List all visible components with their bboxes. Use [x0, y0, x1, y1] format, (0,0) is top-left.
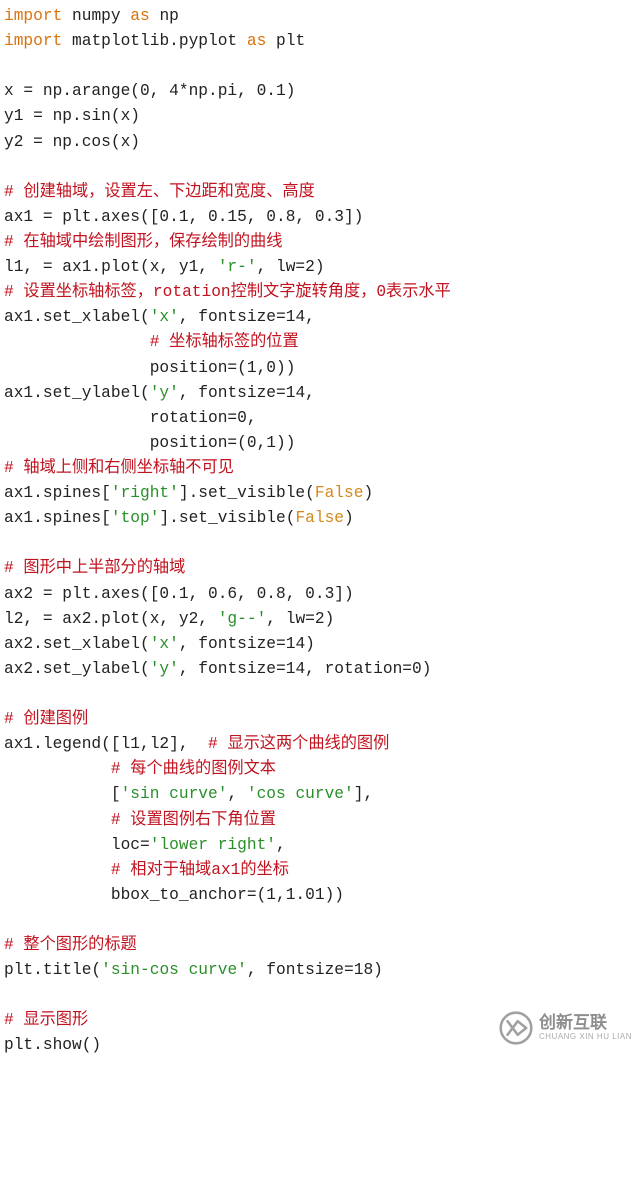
- code-text: ax1.set_ylabel(: [4, 384, 150, 402]
- code-text: , fontsize=14): [179, 635, 315, 653]
- code-text: ].set_visible(: [159, 509, 295, 527]
- string: 'sin curve': [121, 785, 228, 803]
- code-text: np: [150, 7, 179, 25]
- code-text: ): [363, 484, 373, 502]
- comment: # 显示图形: [4, 1011, 88, 1029]
- code-line: rotation=0,: [4, 409, 257, 427]
- code-text: l1, = ax1.plot(x, y1,: [4, 258, 218, 276]
- comment: # 在轴域中绘制图形，保存绘制的曲线: [4, 233, 282, 251]
- code-text: ax1.spines[: [4, 509, 111, 527]
- watermark-subtitle: CHUANG XIN HU LIAN: [539, 1033, 632, 1042]
- comment: # 相对于轴域ax1的坐标: [111, 861, 289, 879]
- code-block: import numpy as np import matplotlib.pyp…: [4, 4, 636, 1059]
- code-line: plt.show(): [4, 1036, 101, 1054]
- code-text: ax2.set_xlabel(: [4, 635, 150, 653]
- keyword-import: import: [4, 32, 62, 50]
- code-text: ax1.legend([l1,l2],: [4, 735, 208, 753]
- string: 'g--': [218, 610, 267, 628]
- code-text: ax1.set_xlabel(: [4, 308, 150, 326]
- indent: [4, 333, 150, 351]
- code-text: l2, = ax2.plot(x, y2,: [4, 610, 218, 628]
- code-line: x = np.arange(0, 4*np.pi, 0.1): [4, 82, 295, 100]
- string: 'y': [150, 660, 179, 678]
- code-text: ],: [354, 785, 373, 803]
- watermark: 创新互联 CHUANG XIN HU LIAN: [499, 1011, 632, 1045]
- keyword-as: as: [247, 32, 266, 50]
- code-text: , fontsize=18): [247, 961, 383, 979]
- string: 'lower right': [150, 836, 276, 854]
- code-text: , fontsize=14,: [179, 308, 315, 326]
- code-text: ,: [276, 836, 286, 854]
- indent: [4, 760, 111, 778]
- comment: # 设置坐标轴标签，rotation控制文字旋转角度，0表示水平: [4, 283, 451, 301]
- string: 'x': [150, 635, 179, 653]
- watermark-title: 创新互联: [539, 1014, 632, 1033]
- watermark-logo-icon: [499, 1011, 533, 1045]
- code-text: , fontsize=14, rotation=0): [179, 660, 432, 678]
- code-line: ax2 = plt.axes([0.1, 0.6, 0.8, 0.3]): [4, 585, 354, 603]
- code-text: ,: [227, 785, 246, 803]
- string: 'right': [111, 484, 179, 502]
- boolean: False: [315, 484, 364, 502]
- string: 'top': [111, 509, 160, 527]
- comment: # 坐标轴标签的位置: [150, 333, 299, 351]
- indent: [4, 861, 111, 879]
- comment: # 设置图例右下角位置: [111, 811, 276, 829]
- code-text: ].set_visible(: [179, 484, 315, 502]
- code-text: , lw=2): [266, 610, 334, 628]
- string: 'y': [150, 384, 179, 402]
- comment: # 图形中上半部分的轴域: [4, 559, 185, 577]
- code-text: plt.title(: [4, 961, 101, 979]
- comment: # 显示这两个曲线的图例: [208, 735, 389, 753]
- comment: # 轴域上侧和右侧坐标轴不可见: [4, 459, 234, 477]
- code-line: ax1 = plt.axes([0.1, 0.15, 0.8, 0.3]): [4, 208, 363, 226]
- code-text: matplotlib.pyplot: [62, 32, 247, 50]
- indent: [4, 811, 111, 829]
- code-text: plt: [266, 32, 305, 50]
- code-line: position=(0,1)): [4, 434, 295, 452]
- code-text: , lw=2): [257, 258, 325, 276]
- string: 'sin-cos curve': [101, 961, 247, 979]
- indent: [: [4, 785, 121, 803]
- boolean: False: [295, 509, 344, 527]
- comment: # 创建轴域，设置左、下边距和宽度、高度: [4, 183, 315, 201]
- code-text: ax2.set_ylabel(: [4, 660, 150, 678]
- code-line: position=(1,0)): [4, 359, 295, 377]
- keyword-import: import: [4, 7, 62, 25]
- keyword-as: as: [130, 7, 149, 25]
- code-text: ax1.spines[: [4, 484, 111, 502]
- code-text: numpy: [62, 7, 130, 25]
- code-line: y1 = np.sin(x): [4, 107, 140, 125]
- string: 'cos curve': [247, 785, 354, 803]
- code-line: y2 = np.cos(x): [4, 133, 140, 151]
- string: 'x': [150, 308, 179, 326]
- string: 'r-': [218, 258, 257, 276]
- code-text: , fontsize=14,: [179, 384, 315, 402]
- comment: # 每个曲线的图例文本: [111, 760, 276, 778]
- code-text: ): [344, 509, 354, 527]
- comment: # 创建图例: [4, 710, 88, 728]
- indent: loc=: [4, 836, 150, 854]
- code-line: bbox_to_anchor=(1,1.01)): [4, 886, 344, 904]
- comment: # 整个图形的标题: [4, 936, 137, 954]
